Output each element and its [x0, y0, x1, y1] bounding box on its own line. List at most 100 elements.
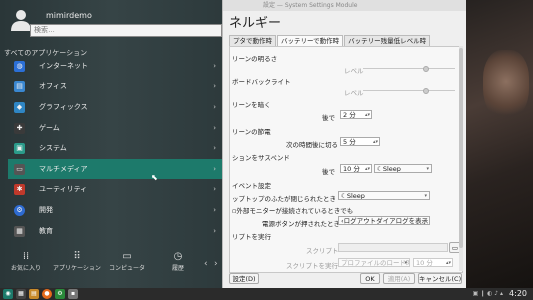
- dolphin-icon[interactable]: ▤: [29, 289, 39, 299]
- category-label: オフィス: [39, 82, 67, 90]
- category-multimedia[interactable]: ▭ マルチメディア ›: [8, 159, 222, 179]
- pager-icon[interactable]: ▦: [16, 289, 26, 299]
- scrollbar-thumb[interactable]: [459, 48, 463, 248]
- lid-action-value: Sleep: [346, 192, 365, 200]
- settings-window: 設定 — System Settings Module ネルギー プタで動作時 …: [222, 0, 466, 288]
- grid-icon: ⁞⁞: [22, 251, 30, 262]
- chevron-right-icon: ›: [213, 144, 216, 152]
- folder-icon: ▭: [451, 244, 459, 252]
- launcher-nav: ⁞⁞ お気に入り ⠿ アプリケーション ▭ コンピュータ ◷ 履歴 ‹ ›: [0, 247, 222, 277]
- category-label: 教育: [39, 227, 53, 235]
- chevron-right-icon: ›: [213, 165, 216, 173]
- tab-bar: プタで動作時 バッテリーで動作時 バッテリー残量低レベル時: [229, 35, 431, 46]
- search-input[interactable]: [30, 24, 222, 37]
- power-action-select[interactable]: ‹ログアウトダイアログを表示 ▾: [338, 216, 430, 225]
- vertical-scrollbar[interactable]: [459, 46, 463, 271]
- category-graphics[interactable]: ◆ グラフィックス ›: [8, 99, 222, 115]
- script-label: スクリプト: [306, 247, 339, 255]
- lid-action-select[interactable]: ☾Sleep ▾: [338, 191, 430, 200]
- system-icon: ▣: [14, 142, 25, 154]
- clock-icon: ◷: [173, 251, 183, 262]
- category-system[interactable]: ▣ システム ›: [8, 140, 222, 156]
- suspend-mode-select[interactable]: ☾Sleep ▾: [374, 164, 432, 173]
- brightness-level-label: レベル: [344, 67, 364, 75]
- system-tray[interactable]: ▣ ❙ ◐ ♪ ▴: [473, 288, 503, 300]
- spin-arrows-icon: ▴▾: [364, 112, 370, 118]
- wallpaper-face: [483, 50, 529, 120]
- graphics-icon: ◆: [14, 101, 25, 113]
- globe-icon: ◍: [14, 60, 25, 72]
- power-button-label: 電源ボタンが押されたとき: [262, 220, 340, 228]
- chevron-down-icon: ▾: [404, 260, 407, 266]
- computer-icon: ▭: [122, 251, 132, 262]
- settings-panel: リーンの明るさ レベル ボードバックライト レベル リーンを暗く 後で 2 分 ▴…: [229, 46, 463, 273]
- slider-knob[interactable]: [423, 88, 429, 94]
- category-label: ユーティリティ: [39, 185, 88, 193]
- category-games[interactable]: ✚ ゲーム ›: [8, 120, 222, 136]
- window-title: 設定 — System Settings Module: [223, 0, 466, 11]
- spin-arrows-icon: ▴▾: [364, 166, 370, 172]
- nav-favorites[interactable]: ⁞⁞ お気に入り: [0, 251, 52, 272]
- category-development[interactable]: ⚙ 開発 ›: [8, 202, 222, 218]
- screen-off-value: 5 分: [343, 138, 356, 146]
- screen-off-spinbox[interactable]: 5 分 ▴▾: [340, 137, 380, 146]
- script-path-input[interactable]: [338, 243, 448, 252]
- dim-time-spinbox[interactable]: 2 分 ▴▾: [340, 110, 372, 119]
- username: mimirdemo: [46, 11, 92, 20]
- script-minutes-value: 10 分: [416, 259, 433, 267]
- category-label: インターネット: [39, 62, 88, 70]
- chevron-right-icon[interactable]: ›: [214, 259, 218, 269]
- tab-battery[interactable]: バッテリーで動作時: [277, 35, 344, 46]
- chevron-right-icon: ›: [213, 62, 216, 70]
- screen-energy-label: リーンの節電: [232, 128, 271, 136]
- screen-brightness-label: リーンの明るさ: [232, 55, 278, 63]
- terminal-icon[interactable]: ▪: [68, 289, 78, 299]
- chevron-left-icon[interactable]: ‹: [204, 259, 208, 269]
- script-when-value: プロファイルのロード時: [341, 259, 410, 267]
- suspend-after-label: 後で: [322, 168, 335, 176]
- mouse-cursor-icon: ⬉: [151, 173, 158, 182]
- ok-button[interactable]: OK: [360, 273, 380, 284]
- chevron-right-icon: ›: [213, 103, 216, 111]
- suspend-time-spinbox[interactable]: 10 分 ▴▾: [340, 164, 372, 173]
- suspend-time-value: 10 分: [343, 165, 360, 173]
- tab-low-battery[interactable]: バッテリー残量低レベル時: [344, 35, 431, 46]
- slider-knob[interactable]: [423, 66, 429, 72]
- category-label: システム: [39, 144, 67, 152]
- nav-computer[interactable]: ▭ コンピュータ: [101, 251, 153, 272]
- page-title: ネルギー: [229, 16, 282, 31]
- backlight-slider[interactable]: [363, 88, 455, 94]
- category-internet[interactable]: ◍ インターネット ›: [8, 58, 222, 74]
- nav-label: アプリケーション: [53, 265, 101, 272]
- script-when-select[interactable]: プロファイルのロード時 ▾: [338, 258, 410, 267]
- dim-after-label: 後で: [322, 114, 335, 122]
- settings-app-icon[interactable]: ⚙: [55, 289, 65, 299]
- cancel-button[interactable]: キャンセル(C): [418, 273, 462, 284]
- tab-ac-power[interactable]: プタで動作時: [229, 35, 276, 46]
- chevron-down-icon: ▾: [424, 218, 427, 224]
- category-label: グラフィックス: [39, 103, 88, 111]
- script-minutes-spinbox[interactable]: 10 分 ▴▾: [413, 258, 453, 267]
- nav-history[interactable]: ◷ 履歴: [152, 251, 204, 272]
- category-office[interactable]: ▤ オフィス ›: [8, 78, 222, 94]
- brightness-slider[interactable]: [363, 66, 455, 72]
- clock[interactable]: 4:20: [509, 288, 527, 300]
- backlight-level-label: レベル: [344, 89, 364, 97]
- category-education[interactable]: ▦ 教育 ›: [8, 223, 222, 239]
- script-run-label: スクリプトを実行: [286, 262, 338, 270]
- run-script-label: リプトを実行: [232, 233, 271, 241]
- apply-button[interactable]: 適用(A): [383, 273, 415, 284]
- defaults-button[interactable]: 設定(D): [229, 273, 259, 284]
- launcher-button[interactable]: ◉: [3, 289, 13, 299]
- event-settings-label: イベント設定: [232, 182, 271, 190]
- firefox-icon[interactable]: ●: [42, 289, 52, 299]
- nav-label: コンピュータ: [108, 265, 145, 272]
- spin-arrows-icon: ▴▾: [445, 260, 451, 266]
- external-monitor-checkbox[interactable]: ▫外部モニターが接続されているときでも: [232, 205, 353, 215]
- desktop-wallpaper: [465, 0, 533, 288]
- suspend-mode-value: Sleep: [382, 165, 401, 173]
- application-launcher: mimirdemo すべてのアプリケーション ◍ インターネット › ▤ オフィ…: [0, 0, 222, 288]
- multimedia-icon: ▭: [14, 163, 25, 175]
- category-utilities[interactable]: ✱ ユーティリティ ›: [8, 181, 222, 197]
- nav-applications[interactable]: ⠿ アプリケーション: [51, 251, 103, 272]
